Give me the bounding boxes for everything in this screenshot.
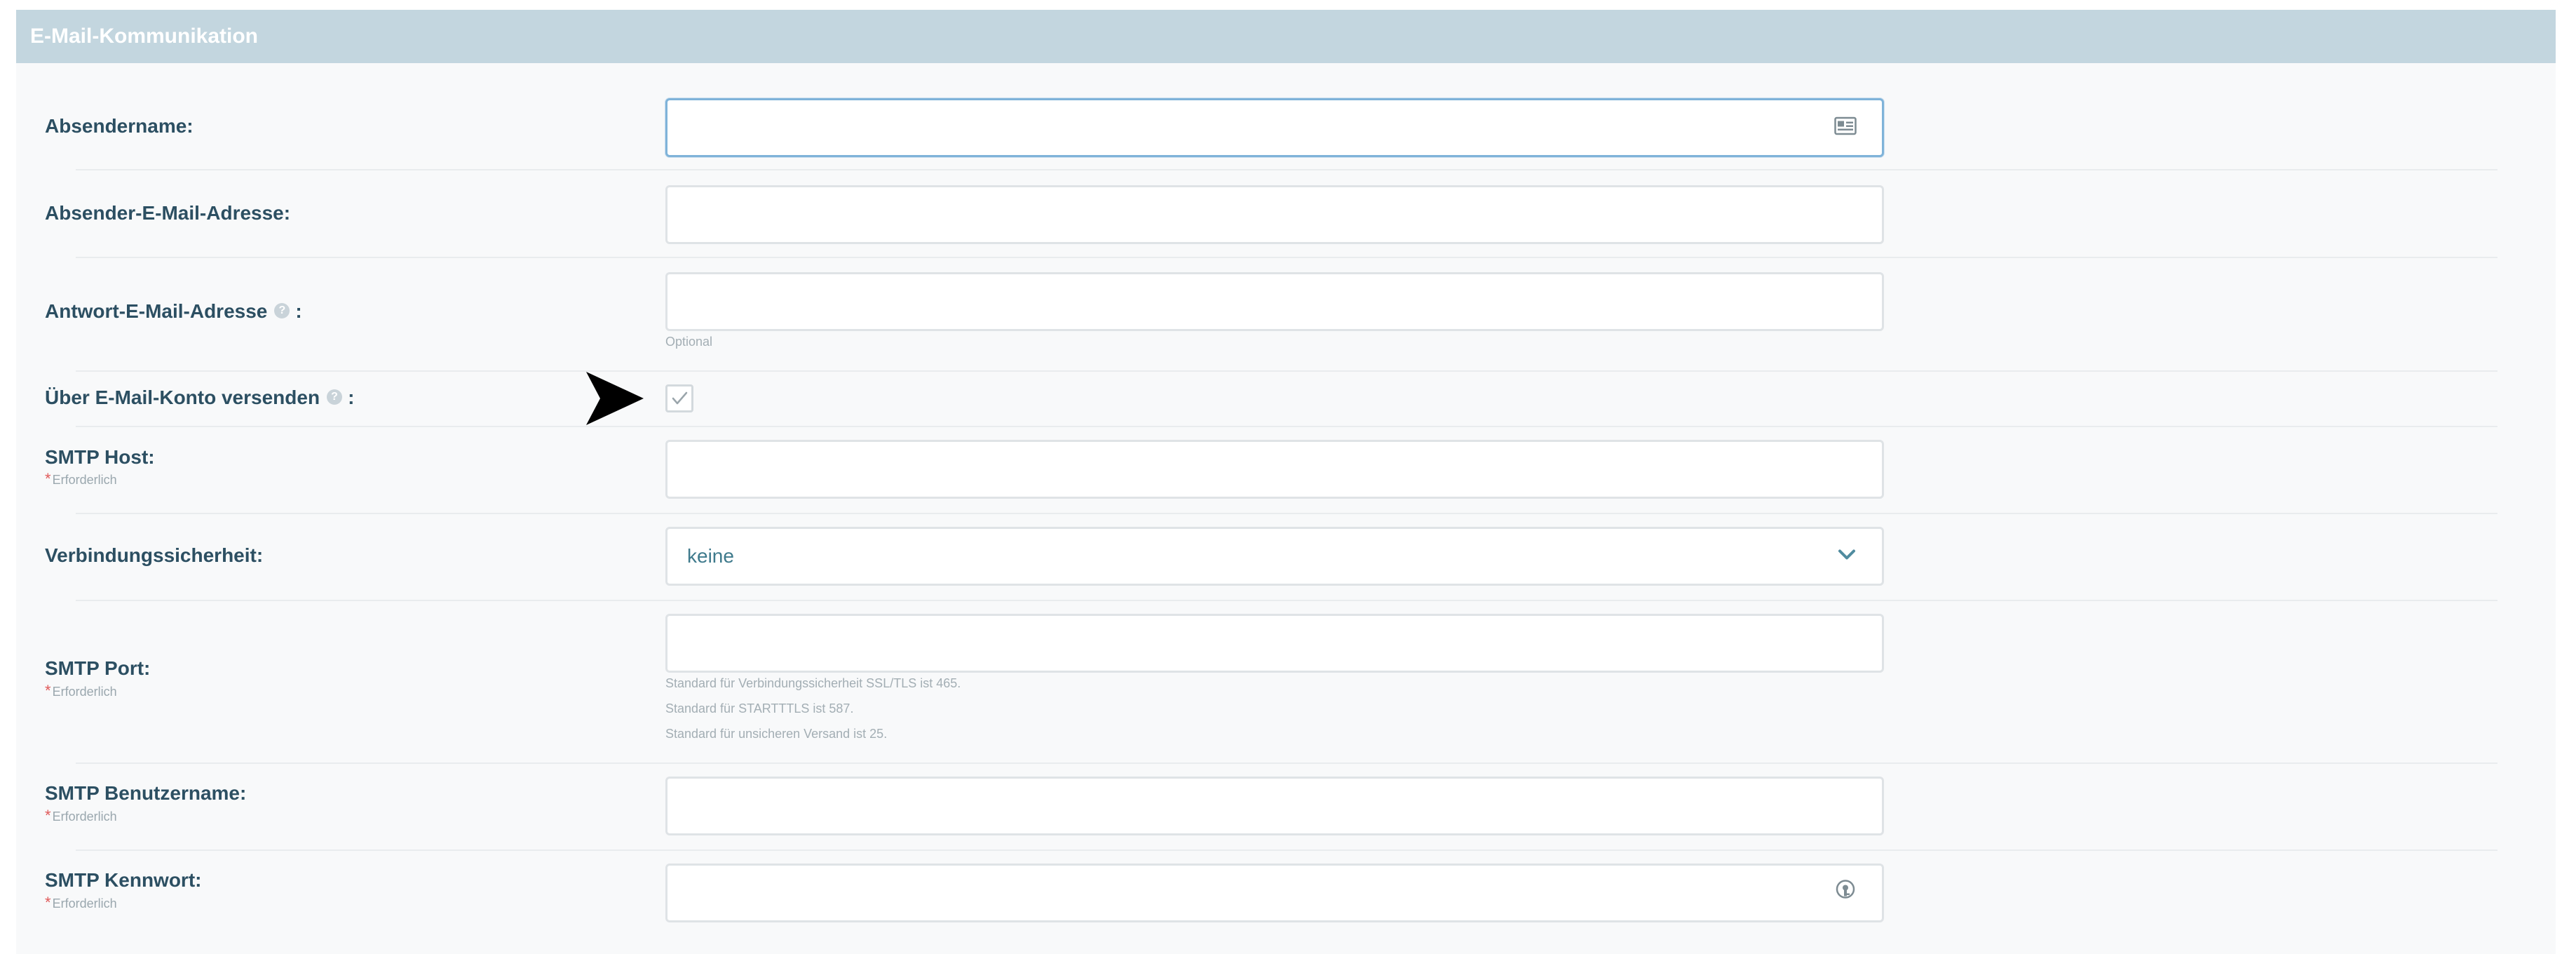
panel-header: E-Mail-Kommunikation: [16, 10, 2556, 63]
sender-name-label: Absendername:: [45, 115, 194, 137]
smtp-host-label: SMTP Host:: [45, 446, 155, 468]
smtp-port-hint: Standard für Verbindungssicherheit SSL/T…: [665, 676, 961, 690]
pointer-arrow-icon: [586, 372, 644, 425]
smtp-password-required: * Erforderlich: [45, 894, 117, 911]
help-icon[interactable]: ?: [327, 389, 343, 405]
smtp-host-required: * Erforderlich: [45, 470, 117, 488]
smtp-port-input[interactable]: [665, 614, 1884, 673]
connection-security-label: Verbindungssicherheit:: [45, 544, 264, 566]
smtp-username-label: SMTP Benutzername:: [45, 782, 247, 804]
row-divider: [76, 257, 2497, 258]
smtp-port-hint: Standard für STARTTTLS ist 587.: [665, 701, 854, 716]
smtp-username-input[interactable]: [665, 777, 1884, 835]
row-divider: [76, 600, 2497, 601]
row-divider: [76, 762, 2497, 764]
label-colon: :: [348, 387, 355, 408]
smtp-port-required: * Erforderlich: [45, 682, 117, 699]
required-text: Erforderlich: [52, 473, 117, 487]
required-text: Erforderlich: [52, 896, 117, 911]
password-key-icon[interactable]: [1834, 879, 1857, 908]
sender-name-input[interactable]: [665, 98, 1884, 157]
send-via-account-checkbox[interactable]: [665, 384, 693, 412]
help-icon[interactable]: ?: [274, 302, 290, 318]
smtp-password-input[interactable]: [665, 864, 1884, 922]
panel-title: E-Mail-Kommunikation: [30, 25, 259, 48]
smtp-host-input[interactable]: [665, 440, 1884, 499]
smtp-port-label: SMTP Port:: [45, 657, 151, 679]
sender-email-input[interactable]: [665, 185, 1884, 244]
smtp-password-label: SMTP Kennwort:: [45, 869, 202, 891]
send-via-account-label-row: Über E-Mail-Konto versenden?:: [45, 387, 354, 409]
sender-email-label: Absender-E-Mail-Adresse:: [45, 202, 291, 224]
required-text: Erforderlich: [52, 809, 117, 824]
smtp-port-hint: Standard für unsicheren Versand ist 25.: [665, 727, 888, 741]
row-divider: [76, 169, 2497, 170]
reply-email-input[interactable]: [665, 272, 1884, 331]
reply-email-label-row: Antwort-E-Mail-Adresse?:: [45, 300, 302, 323]
required-text: Erforderlich: [52, 685, 117, 699]
row-divider: [76, 370, 2497, 372]
connection-security-value: keine: [687, 545, 734, 567]
reply-email-label: Antwort-E-Mail-Adresse: [45, 300, 268, 322]
send-via-account-label: Über E-Mail-Konto versenden: [45, 387, 320, 408]
reply-email-hint: Optional: [665, 335, 713, 349]
check-icon: [672, 391, 688, 405]
contact-card-icon[interactable]: [1834, 116, 1857, 139]
smtp-username-required: * Erforderlich: [45, 807, 117, 824]
row-divider: [76, 513, 2497, 514]
chevron-down-icon[interactable]: [1837, 549, 1857, 565]
connection-security-select[interactable]: keine: [665, 527, 1884, 586]
row-divider: [76, 849, 2497, 851]
row-divider: [76, 426, 2497, 427]
label-colon: :: [295, 300, 302, 322]
